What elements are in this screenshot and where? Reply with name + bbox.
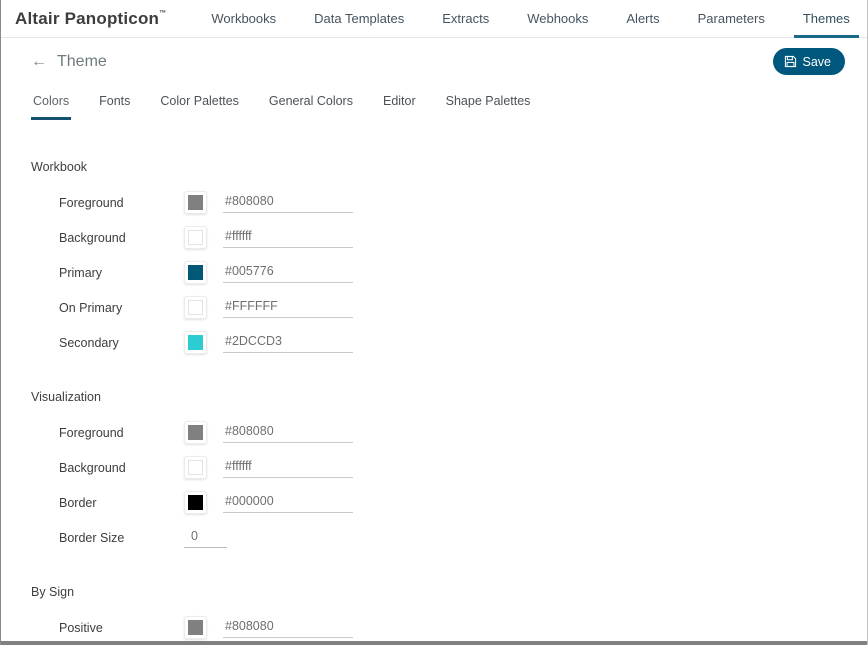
page-header: ← Theme Save [31,48,845,76]
back-arrow-icon[interactable]: ← [31,54,47,70]
nav-item-webhooks[interactable]: Webhooks [508,0,607,38]
setting-label: Background [59,460,126,475]
color-swatch[interactable] [184,191,207,214]
tab-general-colors[interactable]: General Colors [267,90,355,120]
tab-editor[interactable]: Editor [381,90,418,120]
save-button[interactable]: Save [772,48,845,75]
on-primary-input[interactable] [223,297,353,318]
row-by-sign-positive: Positive [31,610,845,645]
foreground-input[interactable] [223,422,353,443]
setting-label: Border [59,495,97,510]
color-swatch[interactable] [184,456,207,479]
brand-name: Altair Panopticon [15,8,160,28]
setting-label: Positive [59,620,103,635]
nav-item-extracts[interactable]: Extracts [423,0,508,38]
setting-label: Secondary [59,335,119,350]
secondary-input[interactable] [223,332,353,353]
floppy-disk-icon [784,55,797,68]
bottom-scrollbar[interactable] [1,641,867,645]
nav-item-label: Webhooks [527,11,589,26]
row-workbook-background: Background [31,220,845,255]
row-workbook-primary: Primary [31,255,845,290]
color-swatch[interactable] [184,296,207,319]
border-input[interactable] [223,492,353,513]
tab-colors[interactable]: Colors [31,90,72,120]
section-title: Workbook [31,160,88,174]
section-title: By Sign [31,585,75,599]
color-swatch[interactable] [184,331,207,354]
section-by-sign: By Sign Positive Negative [31,565,845,645]
section-visualization: Visualization Foreground Background Bord… [31,370,845,555]
row-workbook-foreground: Foreground [31,185,845,220]
nav-item-label: Data Templates [314,11,405,26]
nav-item-label: Workbooks [211,11,277,26]
color-settings: Workbook Foreground Background Primary O… [31,130,845,645]
setting-label: Foreground [59,425,124,440]
setting-label: On Primary [59,300,123,315]
row-workbook-on-primary: On Primary [31,290,845,325]
nav-item-workbooks[interactable]: Workbooks [192,0,295,38]
positive-input[interactable] [223,617,353,638]
nav-item-themes[interactable]: Themes [784,0,867,38]
color-swatch[interactable] [184,226,207,249]
setting-label: Foreground [59,195,124,210]
section-workbook: Workbook Foreground Background Primary O… [31,130,845,360]
row-visualization-background: Background [31,450,845,485]
row-workbook-secondary: Secondary [31,325,845,360]
color-swatch[interactable] [184,616,207,639]
primary-input[interactable] [223,262,353,283]
tab-fonts[interactable]: Fonts [97,90,132,120]
foreground-input[interactable] [223,192,353,213]
main-content: ← Theme Save Colors Fonts Color Palettes… [1,48,867,645]
tab-color-palettes[interactable]: Color Palettes [158,90,241,120]
top-nav-bar: Altair Panopticon™ Workbooks Data Templa… [1,0,867,38]
nav-item-label: Alerts [626,11,660,26]
theme-tabs: Colors Fonts Color Palettes General Colo… [31,90,845,120]
app-window: Altair Panopticon™ Workbooks Data Templa… [0,0,868,645]
nav-item-label: Themes [802,11,850,26]
brand-logo: Altair Panopticon™ [15,9,166,29]
nav-item-label: Parameters [697,11,765,26]
trademark-symbol: ™ [159,9,167,17]
setting-label: Primary [59,265,103,280]
nav-item-label: Extracts [442,11,490,26]
page-title: Theme [57,53,107,70]
setting-label: Background [59,230,126,245]
row-visualization-foreground: Foreground [31,415,845,450]
tab-shape-palettes[interactable]: Shape Palettes [444,90,533,120]
nav-item-parameters[interactable]: Parameters [679,0,784,38]
color-swatch[interactable] [184,261,207,284]
color-swatch[interactable] [184,491,207,514]
background-input[interactable] [223,227,353,248]
save-button-label: Save [802,54,832,69]
setting-label: Border Size [59,530,125,545]
background-input[interactable] [223,457,353,478]
main-nav: Workbooks Data Templates Extracts Webhoo… [192,0,867,38]
row-visualization-border: Border [31,485,845,520]
nav-item-data-templates[interactable]: Data Templates [295,0,423,38]
border-size-input[interactable] [184,527,227,548]
section-title: Visualization [31,390,101,404]
nav-item-alerts[interactable]: Alerts [607,0,678,38]
row-visualization-border-size: Border Size [31,520,845,555]
color-swatch[interactable] [184,421,207,444]
